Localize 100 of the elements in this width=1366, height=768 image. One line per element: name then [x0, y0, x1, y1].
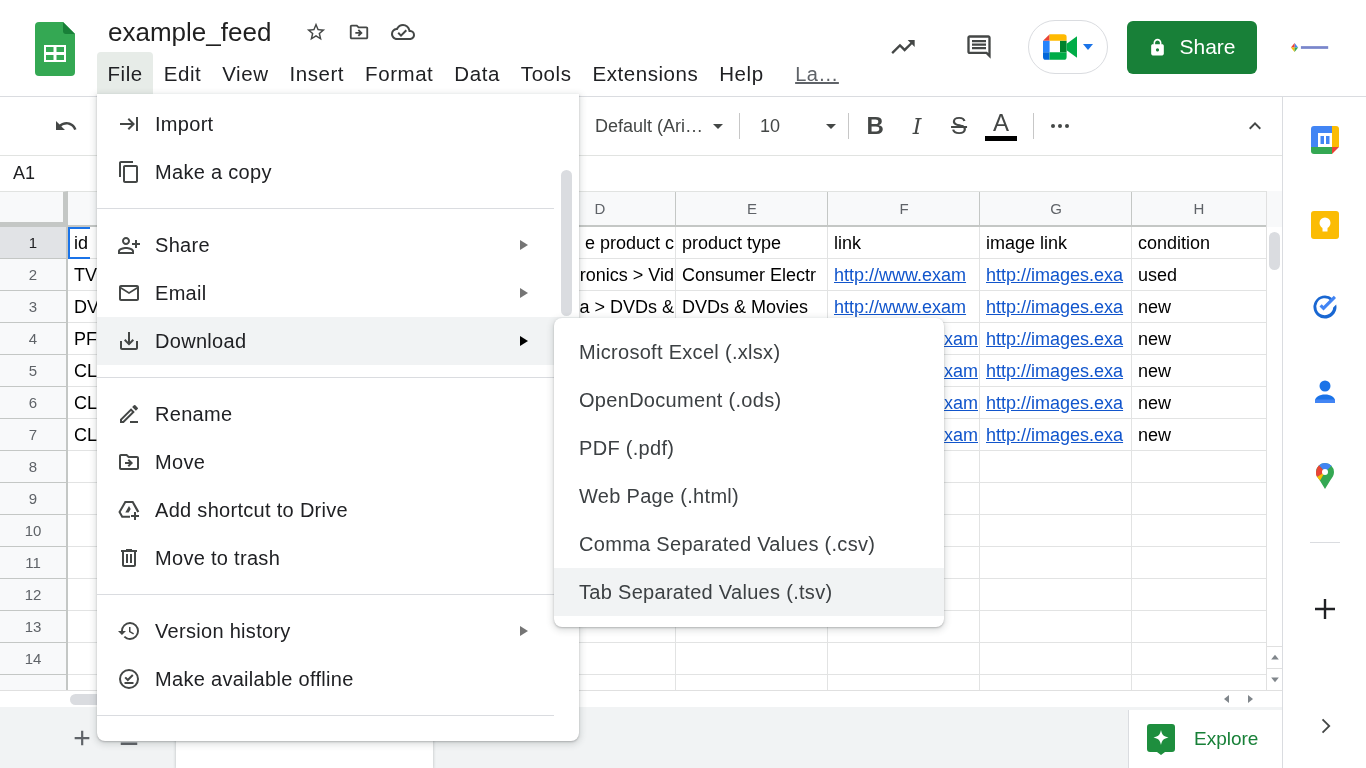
- table-cell-text: new: [1137, 392, 1173, 414]
- italic-button[interactable]: I: [899, 108, 936, 144]
- menu-item[interactable]: Share: [97, 221, 556, 269]
- scrollbar-thumb[interactable]: [561, 170, 572, 316]
- menu-item[interactable]: Import: [97, 100, 556, 148]
- table-cell-text: DVDs & Movies: [681, 296, 810, 318]
- menu-bar-item[interactable]: Edit: [153, 52, 212, 96]
- row-header[interactable]: 5: [0, 355, 68, 387]
- scrollbar-thumb[interactable]: [70, 693, 97, 705]
- menu-item[interactable]: Version history: [97, 607, 556, 655]
- share-button[interactable]: Share: [1127, 20, 1257, 74]
- link[interactable]: http://www.exam: [828, 296, 969, 318]
- menu-item[interactable]: Email: [97, 269, 556, 317]
- video-camera-icon: [1043, 34, 1077, 60]
- menu-bar-item[interactable]: Tools: [510, 52, 582, 96]
- table-cell-text: CL: [73, 360, 98, 382]
- column-header[interactable]: F: [899, 200, 909, 217]
- table-cell-text: DV: [73, 296, 100, 318]
- star-icon[interactable]: [305, 21, 328, 43]
- strikethrough-button[interactable]: S: [941, 108, 978, 144]
- row-header[interactable]: 3: [0, 291, 68, 323]
- menu-bar-item[interactable]: View: [211, 52, 280, 96]
- row-header[interactable]: 12: [0, 579, 68, 611]
- column-header[interactable]: G: [1050, 200, 1062, 217]
- name-box[interactable]: A1: [13, 163, 36, 184]
- table-cell-text: CL: [73, 392, 98, 414]
- table-cell-text: PF: [73, 328, 98, 350]
- link[interactable]: http://images.exa: [980, 264, 1126, 286]
- row-header[interactable]: 10: [0, 515, 68, 547]
- menu-item[interactable]: Tab Separated Values (.tsv): [554, 568, 944, 616]
- caret-right-icon: [519, 336, 529, 346]
- link[interactable]: http://images.exa: [980, 296, 1126, 318]
- menu-item[interactable]: Make a copy: [97, 148, 556, 196]
- row-header[interactable]: 14: [0, 643, 68, 675]
- row-header[interactable]: 7: [0, 419, 68, 451]
- scrollbar-track[interactable]: [1266, 191, 1282, 690]
- caret-down-icon: [1083, 44, 1093, 50]
- menu-item[interactable]: PDF (.pdf): [554, 424, 944, 472]
- bold-button[interactable]: B: [857, 108, 894, 144]
- triangle-plus-icon: [117, 498, 141, 522]
- link[interactable]: xam: [944, 360, 980, 382]
- link[interactable]: http://images.exa: [980, 424, 1126, 446]
- row-header[interactable]: 11: [0, 547, 68, 579]
- table-cell-text: new: [1137, 424, 1173, 446]
- row-header[interactable]: 8: [0, 451, 68, 483]
- column-header[interactable]: D: [594, 200, 606, 217]
- table-cell-text: e product c: [584, 232, 675, 254]
- menu-item[interactable]: Download: [97, 317, 579, 365]
- plus-icon[interactable]: [1312, 597, 1337, 621]
- row-header[interactable]: 2: [0, 259, 68, 291]
- table-cell-text: ronics > Vid: [579, 264, 675, 286]
- row-header[interactable]: 1: [0, 227, 68, 259]
- logo-icon[interactable]: [1290, 41, 1330, 53]
- row-header[interactable]: 4: [0, 323, 68, 355]
- color-swatch-icon: [985, 135, 1018, 141]
- link[interactable]: http://images.exa: [980, 328, 1126, 350]
- menu-item[interactable]: Move: [97, 438, 556, 486]
- text-color-button[interactable]: A: [983, 108, 1020, 144]
- document-title[interactable]: example_feed: [108, 16, 272, 48]
- menu-item[interactable]: Rename: [97, 390, 556, 438]
- download-icon: [117, 329, 141, 353]
- font-dropdown[interactable]: Default (Ari…: [583, 108, 732, 144]
- table-cell-text: image link: [985, 232, 1069, 254]
- last-edit-link[interactable]: La…: [795, 52, 839, 96]
- row-header[interactable]: 6: [0, 387, 68, 419]
- link[interactable]: xam: [944, 328, 980, 350]
- link[interactable]: http://images.exa: [980, 360, 1126, 382]
- row-header[interactable]: 9: [0, 483, 68, 515]
- caret-right-icon: [519, 288, 529, 298]
- menu-item[interactable]: OpenDocument (.ods): [554, 376, 944, 424]
- link[interactable]: http://www.exam: [828, 264, 969, 286]
- menu-bar-item[interactable]: Data: [443, 52, 511, 96]
- menu-bar-item[interactable]: Help: [708, 52, 775, 96]
- calendar-icon[interactable]: [1310, 126, 1339, 154]
- table-cell-text: new: [1137, 328, 1173, 350]
- menu-bar-item[interactable]: Format: [354, 52, 444, 96]
- table-cell-text: new: [1137, 360, 1173, 382]
- caret-down-icon: [826, 123, 837, 129]
- menu-item[interactable]: Add shortcut to Drive: [97, 486, 556, 534]
- link[interactable]: http://images.exa: [980, 392, 1126, 414]
- link[interactable]: xam: [944, 392, 980, 414]
- menu-item[interactable]: Web Page (.html): [554, 472, 944, 520]
- comment-icon[interactable]: [965, 33, 993, 61]
- row-header[interactable]: 13: [0, 611, 68, 643]
- link[interactable]: xam: [944, 424, 980, 446]
- circle-check-icon: [117, 667, 141, 691]
- menu-bar-item[interactable]: Insert: [279, 52, 355, 96]
- menu-bar-item[interactable]: File: [97, 52, 154, 96]
- caret-down-icon: [713, 123, 724, 129]
- explore-button[interactable]: Explore: [1128, 710, 1282, 768]
- font-size-dropdown[interactable]: 10: [748, 108, 841, 144]
- scrollbar-thumb[interactable]: [1269, 232, 1280, 270]
- column-header[interactable]: E: [747, 200, 757, 217]
- menu-bar-item[interactable]: Extensions: [581, 52, 709, 96]
- table-cell-text: condition: [1137, 232, 1212, 254]
- menu-item[interactable]: Move to trash: [97, 534, 556, 582]
- menu-item[interactable]: Comma Separated Values (.csv): [554, 520, 944, 568]
- menu-item[interactable]: Make available offline: [97, 655, 556, 703]
- spreadsheet-logo-icon[interactable]: [35, 22, 75, 76]
- column-header[interactable]: H: [1193, 200, 1205, 217]
